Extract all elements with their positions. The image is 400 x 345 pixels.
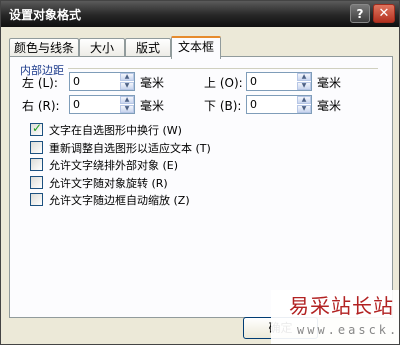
tab-size[interactable]: 大小 <box>79 38 125 57</box>
title-bar[interactable]: 设置对象格式 ? ✕ <box>1 1 399 27</box>
close-button[interactable]: ✕ <box>373 4 395 23</box>
wrap-text-label[interactable]: 文字在自选图形中换行 (W) <box>49 122 182 138</box>
textbox-panel: 内部边距 左 (L): 0 ▲ ▼ 毫米 上 (O): 0 ▲ ▼ 毫米 右 (… <box>9 56 393 318</box>
rotate-with-shape-checkbox[interactable] <box>30 176 43 189</box>
tab-colors-lines[interactable]: 颜色与线条 <box>9 38 79 57</box>
bottom-margin-unit: 毫米 <box>317 99 342 113</box>
top-margin-value[interactable]: 0 <box>250 75 257 88</box>
rotate-with-shape-label[interactable]: 允许文字随对象旋转 (R) <box>49 175 168 191</box>
help-button[interactable]: ? <box>350 4 370 23</box>
autofit-border-checkbox[interactable] <box>30 193 43 206</box>
checkmark-icon: ✓ <box>32 121 43 135</box>
spin-down-icon[interactable]: ▼ <box>297 82 311 90</box>
dialog-title: 设置对象格式 <box>9 8 82 22</box>
right-margin-unit: 毫米 <box>140 99 165 113</box>
top-margin-label: 上 (O): <box>204 76 243 90</box>
resize-to-fit-checkbox[interactable] <box>30 141 43 154</box>
bottom-margin-value[interactable]: 0 <box>250 98 257 111</box>
right-margin-spinner[interactable]: 0 ▲ ▼ <box>69 95 135 114</box>
top-margin-spinner[interactable]: 0 ▲ ▼ <box>246 72 312 91</box>
watermark-url: www.easck.com <box>297 323 400 337</box>
left-margin-unit: 毫米 <box>140 76 165 90</box>
autofit-border-label[interactable]: 允许文字随边框自动缩放 (Z) <box>49 192 190 208</box>
format-object-dialog: 设置对象格式 ? ✕ 颜色与线条 大小 版式 文本框 内部边距 左 (L): 0… <box>0 0 400 345</box>
spin-down-icon[interactable]: ▼ <box>120 105 134 113</box>
left-margin-spinner[interactable]: 0 ▲ ▼ <box>69 72 135 91</box>
resize-to-fit-label[interactable]: 重新调整自选图形以适应文本 (T) <box>49 140 211 156</box>
wrap-outside-checkbox[interactable] <box>30 158 43 171</box>
spin-down-icon[interactable]: ▼ <box>297 105 311 113</box>
wrap-text-checkbox[interactable]: ✓ <box>30 121 43 136</box>
group-divider <box>68 68 378 69</box>
left-margin-value[interactable]: 0 <box>73 75 80 88</box>
tab-layout[interactable]: 版式 <box>125 38 171 57</box>
spin-up-icon[interactable]: ▲ <box>120 96 134 104</box>
watermark-text: 易采站长站 <box>289 294 394 318</box>
bottom-margin-label: 下 (B): <box>204 99 242 113</box>
spin-down-icon[interactable]: ▼ <box>120 82 134 90</box>
right-margin-label: 右 (R): <box>22 99 60 113</box>
spin-up-icon[interactable]: ▲ <box>297 96 311 104</box>
spin-up-icon[interactable]: ▲ <box>120 73 134 81</box>
left-margin-label: 左 (L): <box>22 76 58 90</box>
tab-textbox[interactable]: 文本框 <box>171 36 221 59</box>
bottom-margin-spinner[interactable]: 0 ▲ ▼ <box>246 95 312 114</box>
wrap-outside-label[interactable]: 允许文字绕排外部对象 (E) <box>49 157 178 173</box>
spin-up-icon[interactable]: ▲ <box>297 73 311 81</box>
right-margin-value[interactable]: 0 <box>73 98 80 111</box>
top-margin-unit: 毫米 <box>317 76 342 90</box>
